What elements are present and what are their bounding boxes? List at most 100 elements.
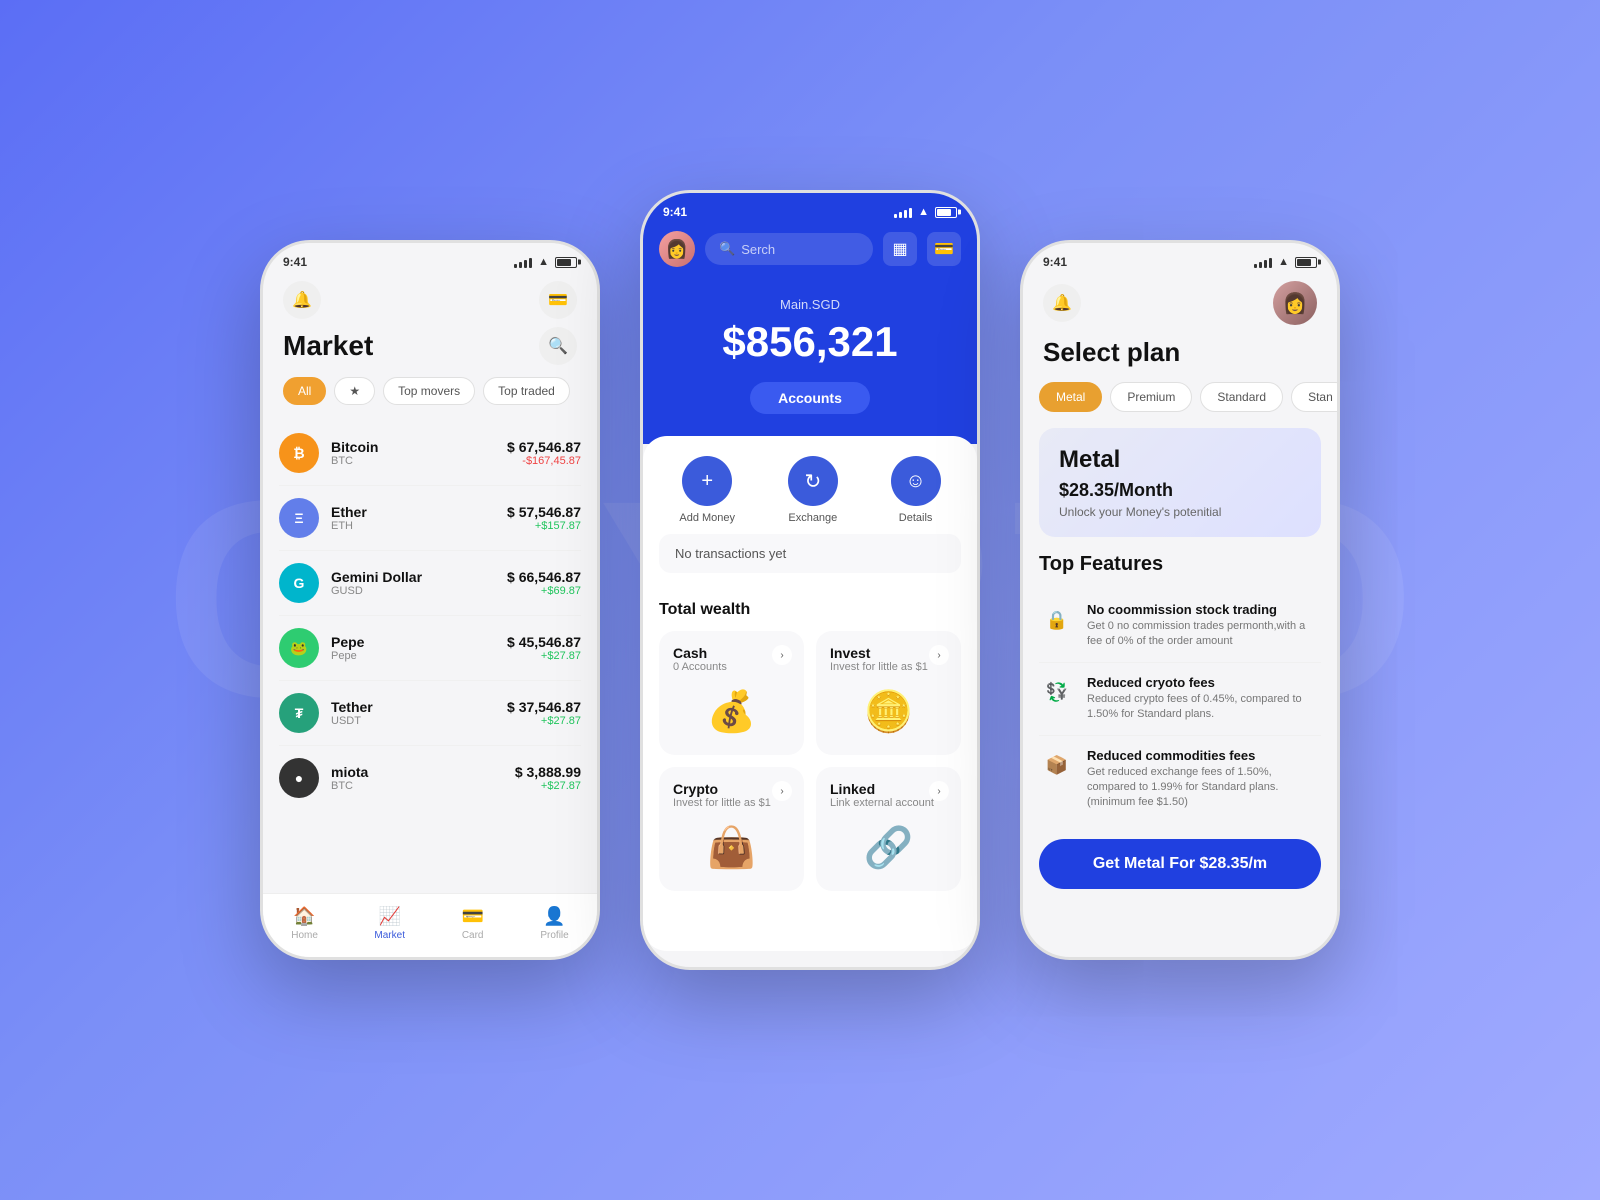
phones-container: 9:41 ▲ 🔔 💳 Market 🔍 All ★ Top movers: [260, 230, 1340, 970]
status-bar-3: 9:41 ▲: [1023, 243, 1337, 273]
filter-tab-all[interactable]: All: [283, 377, 326, 405]
home-icon: 🏠: [293, 906, 315, 927]
avatar-3: 👩: [1273, 281, 1317, 325]
chart-btn[interactable]: ▦: [883, 232, 917, 266]
battery-icon: [555, 257, 577, 268]
details-label: Details: [899, 512, 933, 524]
nav-profile[interactable]: 👤 Profile: [540, 906, 568, 941]
cash-chevron: ›: [772, 645, 792, 665]
crypto-item-pepe[interactable]: 🐸 Pepe Pepe $ 45,546.87 +$27.87: [279, 616, 581, 681]
plan-tab-stan[interactable]: Stan: [1291, 382, 1337, 412]
plan-price: $28.35/Month: [1059, 480, 1301, 501]
bell-icon-3[interactable]: 🔔: [1043, 284, 1081, 322]
commodities-icon: 📦: [1039, 748, 1075, 784]
crypto-item-gusd[interactable]: G Gemini Dollar GUSD $ 66,546.87 +$69.87: [279, 551, 581, 616]
search-bar[interactable]: 🔍 Serch: [705, 233, 873, 265]
gemini-price: $ 66,546.87 +$69.87: [507, 569, 581, 597]
features-title: Top Features: [1039, 553, 1321, 576]
nav-card[interactable]: 💳 Card: [461, 906, 483, 941]
status-icons-2: ▲: [894, 206, 957, 218]
bell-icon[interactable]: 🔔: [283, 281, 321, 319]
nav-market[interactable]: 📈 Market: [374, 906, 405, 941]
stock-icon: 🔒: [1039, 602, 1075, 638]
plan-tab-metal[interactable]: Metal: [1039, 382, 1102, 412]
market-title-row: Market 🔍: [263, 323, 597, 377]
plan-tab-standard[interactable]: Standard: [1200, 382, 1283, 412]
bitcoin-logo: ₿: [279, 433, 319, 473]
plan-title: Select plan: [1023, 337, 1337, 382]
crypto-item-eth[interactable]: Ξ Ether ETH $ 57,546.87 +$157.87: [279, 486, 581, 551]
pepe-logo: 🐸: [279, 628, 319, 668]
nav-card-label: Card: [462, 930, 484, 941]
ether-price: $ 57,546.87 +$157.87: [507, 504, 581, 532]
details-btn[interactable]: ☺ Details: [891, 456, 941, 524]
feature-commodities-desc: Get reduced exchange fees of 1.50%, comp…: [1087, 765, 1321, 811]
gemini-logo: G: [279, 563, 319, 603]
exchange-btn[interactable]: ↻ Exchange: [788, 456, 838, 524]
tether-info: Tether USDT: [331, 699, 507, 727]
invest-chevron: ›: [929, 645, 949, 665]
search-icon-2: 🔍: [719, 241, 735, 257]
miota-logo: ●: [279, 758, 319, 798]
crypto-sub: Invest for little as $1: [673, 797, 790, 809]
balance-amount: $856,321: [663, 318, 957, 366]
cta-button[interactable]: Get Metal For $28.35/m: [1039, 839, 1321, 889]
nav-profile-label: Profile: [540, 930, 568, 941]
wealth-card-linked[interactable]: › Linked Link external account 🔗: [816, 767, 961, 891]
search-icon[interactable]: 🔍: [539, 327, 577, 365]
exchange-icon: ↻: [788, 456, 838, 506]
status-bar-2: 9:41 ▲: [643, 193, 977, 223]
battery-icon-2: [935, 207, 957, 218]
add-money-icon: +: [682, 456, 732, 506]
plan-tab-premium[interactable]: Premium: [1110, 382, 1192, 412]
linked-illustration: 🔗: [830, 817, 947, 877]
nav-home[interactable]: 🏠 Home: [291, 906, 318, 941]
feature-stock-title: No coommission stock trading: [1087, 602, 1321, 617]
crypto-item-miota[interactable]: ● miota BTC $ 3,888.99 +$27.87: [279, 746, 581, 810]
pepe-info: Pepe Pepe: [331, 634, 507, 662]
features-section: Top Features 🔒 No coommission stock trad…: [1023, 553, 1337, 823]
profile-icon: 👤: [543, 906, 565, 927]
card-btn[interactable]: 💳: [927, 232, 961, 266]
tether-price: $ 37,546.87 +$27.87: [507, 699, 581, 727]
signal-icon-3: [1254, 256, 1272, 268]
feature-stock-desc: Get 0 no commission trades permonth,with…: [1087, 619, 1321, 650]
avatar-2: 👩: [659, 231, 695, 267]
wifi-icon: ▲: [538, 256, 549, 268]
status-icons-1: ▲: [514, 256, 577, 268]
plan-desc: Unlock your Money's potenitial: [1059, 505, 1301, 519]
time-3: 9:41: [1043, 255, 1067, 269]
total-wealth-section: Total wealth › Cash 0 Accounts 💰 › Inves…: [643, 601, 977, 891]
invest-illustration: 🪙: [830, 681, 947, 741]
accounts-button[interactable]: Accounts: [750, 382, 870, 414]
plan-tabs: Metal Premium Standard Stan: [1023, 382, 1337, 428]
crypto-item-usdt[interactable]: ₮ Tether USDT $ 37,546.87 +$27.87: [279, 681, 581, 746]
signal-icon-2: [894, 206, 912, 218]
wallet-icon[interactable]: 💳: [539, 281, 577, 319]
add-money-btn[interactable]: + Add Money: [679, 456, 735, 524]
miota-info: miota BTC: [331, 764, 515, 792]
bitcoin-price: $ 67,546.87 -$167,45.87: [507, 439, 581, 467]
crypto-item-btc[interactable]: ₿ Bitcoin BTC $ 67,546.87 -$167,45.87: [279, 421, 581, 486]
details-icon: ☺: [891, 456, 941, 506]
balance-section: Main.SGD $856,321 Accounts: [643, 287, 977, 444]
phone-market: 9:41 ▲ 🔔 💳 Market 🔍 All ★ Top movers: [260, 240, 600, 960]
wealth-card-invest[interactable]: › Invest Invest for little as $1 🪙: [816, 631, 961, 755]
bitcoin-name: Bitcoin: [331, 439, 507, 455]
signal-icon: [514, 256, 532, 268]
wealth-grid: › Cash 0 Accounts 💰 › Invest Invest for …: [659, 631, 961, 891]
crypto-fee-icon: 💱: [1039, 675, 1075, 711]
nav-market-label: Market: [374, 930, 405, 941]
filter-tab-movers[interactable]: Top movers: [383, 377, 475, 405]
filter-tab-star[interactable]: ★: [334, 377, 375, 405]
pepe-price: $ 45,546.87 +$27.87: [507, 634, 581, 662]
wealth-card-crypto[interactable]: › Crypto Invest for little as $1 👜: [659, 767, 804, 891]
filter-tab-traded[interactable]: Top traded: [483, 377, 570, 405]
linked-chevron: ›: [929, 781, 949, 801]
status-icons-3: ▲: [1254, 256, 1317, 268]
miota-price: $ 3,888.99 +$27.87: [515, 764, 581, 792]
add-money-label: Add Money: [679, 512, 735, 524]
wealth-card-cash[interactable]: › Cash 0 Accounts 💰: [659, 631, 804, 755]
market-title: Market: [283, 330, 373, 362]
invest-sub: Invest for little as $1: [830, 661, 947, 673]
